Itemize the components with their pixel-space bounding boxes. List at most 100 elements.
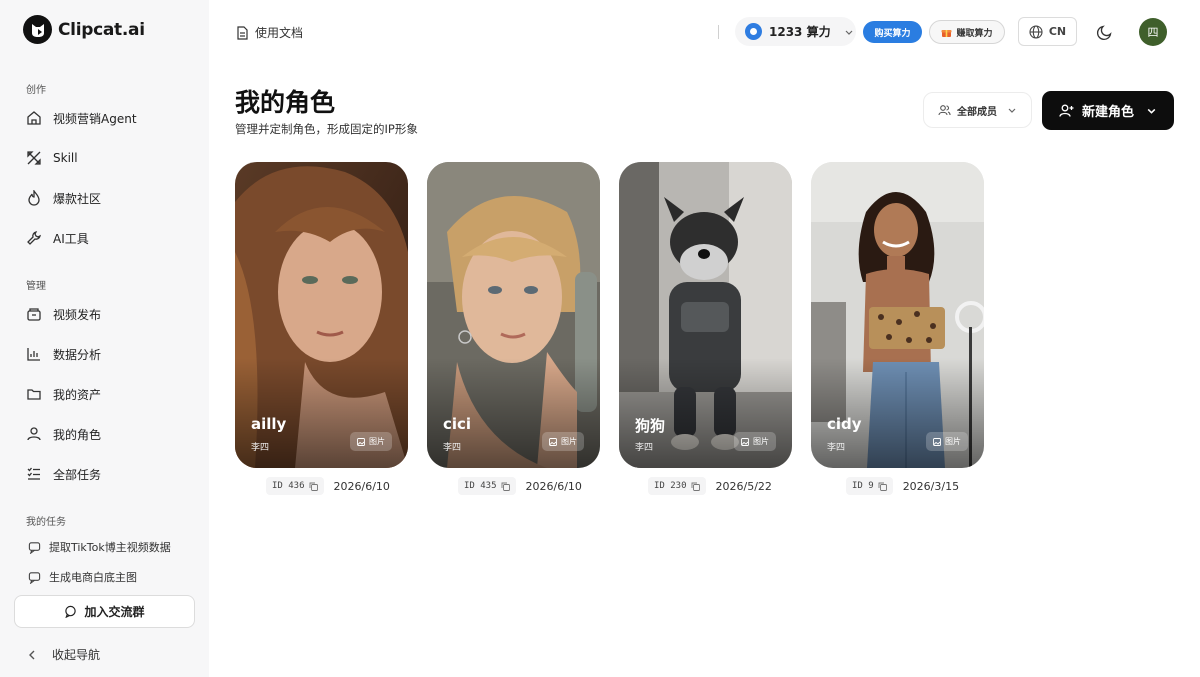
sidebar-item-assets[interactable]: 我的资产 <box>14 376 196 412</box>
character-card[interactable]: cici 李四 图片 <box>427 162 600 468</box>
chat-icon <box>65 605 77 618</box>
character-id: ID 230 <box>654 481 687 491</box>
media-type-badge: 图片 <box>926 432 968 451</box>
chevron-left-icon <box>29 650 35 659</box>
character-date: 2026/6/10 <box>525 479 582 493</box>
chat-bubble-icon <box>28 571 41 584</box>
brand-logo[interactable]: Clipcat.ai <box>23 15 145 44</box>
user-avatar[interactable]: 四 <box>1139 18 1167 46</box>
character-name: ailly <box>251 415 287 433</box>
character-id-copy[interactable]: ID 436 <box>266 477 324 495</box>
character-card[interactable]: ailly 李四 图片 <box>235 162 408 468</box>
brand-name: Clipcat.ai <box>58 19 145 40</box>
sidebar-item-label: 我的角色 <box>53 427 102 442</box>
sidebar-item-label: Skill <box>53 151 78 165</box>
section-label-my-tasks: 我的任务 <box>26 517 66 528</box>
docs-link-label: 使用文档 <box>255 26 304 40</box>
collapse-nav-button[interactable]: 收起导航 <box>26 646 100 663</box>
media-type-badge: 图片 <box>350 432 392 451</box>
new-character-button[interactable]: 新建角色 <box>1042 91 1174 130</box>
character-owner: 李四 <box>827 443 846 453</box>
media-type-label: 图片 <box>369 437 385 446</box>
media-type-label: 图片 <box>753 437 769 446</box>
card-meta: ID 230 2026/5/22 <box>648 477 772 495</box>
character-card[interactable]: 狗狗 李四 图片 <box>619 162 792 468</box>
member-filter-dropdown[interactable]: 全部成员 <box>923 92 1032 128</box>
language-label: CN <box>1048 25 1067 38</box>
copy-icon <box>878 482 887 491</box>
sidebar-item-publish[interactable]: 视频发布 <box>14 296 196 332</box>
sidebar-item-analytics[interactable]: 数据分析 <box>14 336 196 372</box>
user-icon <box>27 427 41 441</box>
credits-balance[interactable]: 1233 算力 <box>735 17 856 46</box>
image-icon <box>933 437 941 446</box>
image-icon <box>741 437 749 446</box>
character-id-copy[interactable]: ID 9 <box>846 477 893 495</box>
document-icon <box>237 25 248 40</box>
language-switcher[interactable]: CN <box>1018 17 1077 46</box>
section-label-manage: 管理 <box>26 281 46 292</box>
character-date: 2026/5/22 <box>715 479 772 493</box>
sidebar-item-community[interactable]: 爆款社区 <box>14 180 196 216</box>
image-icon <box>357 437 365 446</box>
globe-icon <box>1029 24 1043 39</box>
sidebar-item-ai-tools[interactable]: AI工具 <box>14 220 196 256</box>
page-subtitle: 管理并定制角色，形成固定的IP形象 <box>235 122 418 136</box>
character-name: 狗狗 <box>635 417 666 435</box>
card-meta: ID 9 2026/3/15 <box>846 477 959 495</box>
divider <box>718 25 719 39</box>
character-card[interactable]: cidy 李四 图片 <box>811 162 984 468</box>
sidebar-item-all-tasks[interactable]: 全部任务 <box>14 456 196 492</box>
sidebar-item-characters[interactable]: 我的角色 <box>14 416 196 452</box>
join-group-button[interactable]: 加入交流群 <box>14 595 195 628</box>
character-id: ID 9 <box>852 481 874 491</box>
copy-icon <box>309 482 318 491</box>
character-name: cidy <box>827 415 862 433</box>
media-type-badge: 图片 <box>542 432 584 451</box>
character-id-copy[interactable]: ID 435 <box>458 477 516 495</box>
sidebar-item-skill[interactable]: Skill <box>14 140 196 176</box>
media-type-label: 图片 <box>561 437 577 446</box>
character-owner: 李四 <box>443 443 462 453</box>
join-group-label: 加入交流群 <box>84 605 145 619</box>
sidebar-item-agent[interactable]: 视频营销Agent <box>14 100 196 136</box>
chat-bubble-icon <box>28 541 41 554</box>
character-owner: 李四 <box>251 443 270 453</box>
bar-chart-icon <box>27 348 40 361</box>
sidebar-item-label: 全部任务 <box>53 467 102 482</box>
wrench-icon <box>27 231 41 245</box>
card-meta: ID 435 2026/6/10 <box>458 477 582 495</box>
copy-icon <box>501 482 510 491</box>
character-date: 2026/3/15 <box>902 479 960 493</box>
character-date: 2026/6/10 <box>333 479 390 493</box>
task-item[interactable]: 提取TikTok博主视频数据 <box>14 533 196 561</box>
skill-icon <box>27 151 41 165</box>
member-filter-label: 全部成员 <box>957 106 997 118</box>
chevron-down-icon <box>1008 108 1016 113</box>
card-meta: ID 436 2026/6/10 <box>266 477 390 495</box>
page-title: 我的角色 <box>235 88 336 117</box>
theme-toggle[interactable] <box>1096 23 1114 41</box>
image-icon <box>549 437 557 446</box>
sidebar-item-label: 爆款社区 <box>53 191 102 206</box>
copy-icon <box>691 482 700 491</box>
character-id: ID 435 <box>464 481 497 491</box>
users-icon <box>938 104 951 115</box>
task-item[interactable]: 生成电商白底主图 <box>14 563 196 591</box>
sidebar-item-label: 我的资产 <box>53 387 102 402</box>
earn-credits-button[interactable]: 赚取算力 <box>929 20 1005 44</box>
credits-value: 1233 算力 <box>769 25 831 39</box>
buy-credits-button[interactable]: 购买算力 <box>863 21 922 43</box>
character-owner: 李四 <box>635 443 654 453</box>
character-id-copy[interactable]: ID 230 <box>648 477 706 495</box>
collapse-nav-label: 收起导航 <box>52 648 101 662</box>
sidebar: Clipcat.ai 创作 视频营销Agent Skill 爆款社区 AI工具 … <box>0 0 209 677</box>
cat-face-icon <box>23 15 52 44</box>
coin-icon <box>745 23 762 40</box>
earn-credits-label: 赚取算力 <box>956 28 993 39</box>
task-label: 生成电商白底主图 <box>49 571 137 584</box>
flame-icon <box>28 190 40 206</box>
media-type-badge: 图片 <box>734 432 776 451</box>
docs-link[interactable]: 使用文档 <box>236 24 303 41</box>
character-id: ID 436 <box>272 481 305 491</box>
